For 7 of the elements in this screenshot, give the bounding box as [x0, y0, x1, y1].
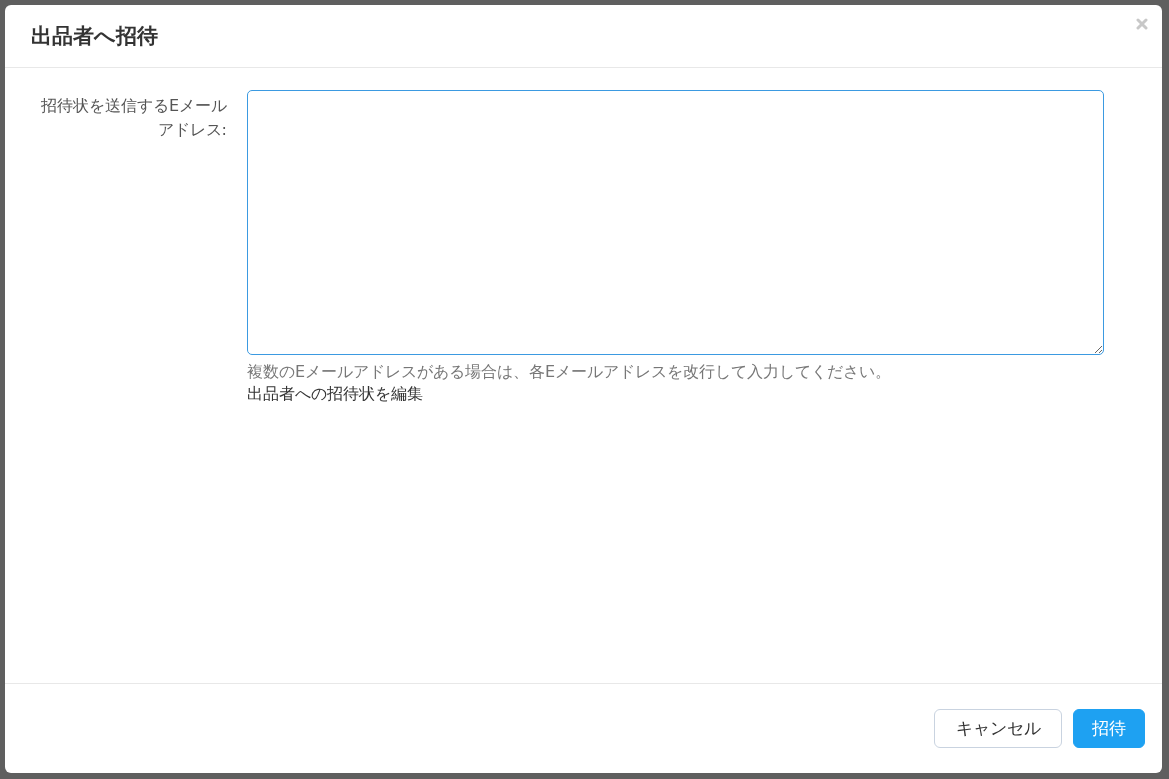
cancel-button[interactable]: キャンセル	[934, 709, 1062, 748]
edit-invitation-link[interactable]: 出品者への招待状を編集	[247, 383, 423, 405]
help-text: 複数のEメールアドレスがある場合は、各Eメールアドレスを改行して入力してください。	[247, 361, 892, 383]
field-label: 招待状を送信するEメールアドレス:	[39, 95, 227, 141]
close-icon[interactable]	[1136, 18, 1148, 30]
email-input-field[interactable]	[247, 90, 1104, 355]
dialog-title: 出品者へ招待	[31, 23, 158, 50]
